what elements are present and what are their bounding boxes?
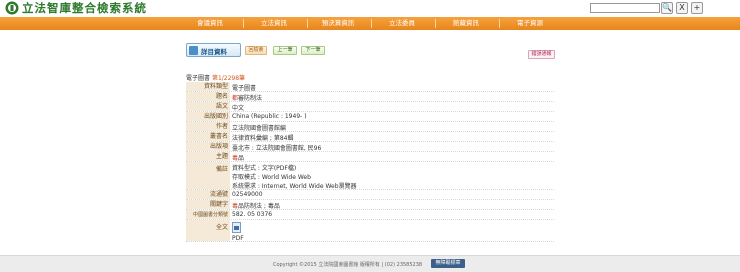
field-value: 02549000: [232, 191, 263, 198]
field-label: 主題: [186, 152, 230, 161]
field-row: 出版國別 China (Republic : 1949- ): [186, 112, 554, 122]
field-value: 法律資料彙編 ; 第84輯: [232, 135, 294, 142]
top-bar: 立法智庫整合檢索系統 🔍 X +: [0, 0, 740, 17]
field-row: 語文 中文: [186, 102, 554, 112]
field-value: 都審防制法: [232, 95, 263, 102]
record-table: 資料類型 電子圖書 題名 都審防制法 語文 中文 出版國別 China (Rep…: [186, 82, 554, 242]
record-type: 電子圖書: [186, 75, 211, 82]
field-value: 臺北市 : 立法院國會圖書館, 民96: [232, 145, 322, 152]
search-input[interactable]: [590, 3, 660, 13]
field-row: 作者 立法院國會圖書館編: [186, 122, 554, 132]
field-label: 題名: [186, 92, 230, 101]
field-value: 中文: [232, 105, 245, 112]
field-row: 主題 毒品: [186, 152, 554, 162]
field-value: 電子圖書: [232, 85, 257, 92]
field-label: 關鍵字: [186, 200, 230, 209]
tab-detail[interactable]: 詳目資料: [186, 43, 241, 57]
field-value: 毒品防制法 ; 毒品: [232, 203, 280, 210]
pdf-label[interactable]: PDF: [232, 235, 554, 242]
fulltext-link[interactable]: PDF: [232, 220, 554, 242]
nav-item-legislation[interactable]: 立法資訊: [244, 17, 304, 30]
search-button[interactable]: 🔍: [661, 2, 673, 14]
field-label: 語文: [186, 102, 230, 111]
field-label: 作者: [186, 122, 230, 131]
report-error-button[interactable]: 錯誤通報: [528, 50, 555, 59]
field-value: 582. 05 0376: [232, 211, 273, 218]
nav-item-legislators[interactable]: 立法委員: [372, 17, 432, 30]
nav-item-meetings[interactable]: 會議資訊: [180, 17, 240, 30]
field-row: 中國圖書分類號 582. 05 0376: [186, 210, 554, 220]
footer-copyright: Copyright ©2015 立法院國會圖書館 版權所有 | (02) 235…: [273, 262, 423, 268]
field-label: 中國圖書分類號: [186, 210, 230, 219]
record-count: 第1/2298筆: [211, 75, 246, 82]
field-row: 出版項 臺北市 : 立法院國會圖書館, 民96: [186, 142, 554, 152]
field-row: 關鍵字 毒品防制法 ; 毒品: [186, 200, 554, 210]
field-row: 全文 PDF: [186, 220, 554, 242]
nav-item-budget[interactable]: 預決算資訊: [308, 17, 368, 30]
field-value: 資料型式 : 文字(PDF檔) 存取模式 : World Wide Web 系統…: [232, 165, 357, 190]
field-label: 出版項: [186, 142, 230, 151]
footer: Copyright ©2015 立法院國會圖書館 版權所有 | (02) 235…: [0, 255, 740, 272]
field-label: 流通號: [186, 190, 230, 199]
field-label: 叢書名: [186, 132, 230, 141]
field-row: 備註 資料型式 : 文字(PDF檔) 存取模式 : World Wide Web…: [186, 162, 554, 190]
field-label: 備註: [186, 162, 230, 189]
field-label: 出版國別: [186, 112, 230, 121]
add-button[interactable]: +: [691, 2, 703, 14]
next-record-button[interactable]: 下一筆: [301, 46, 325, 55]
field-row: 資料類型 電子圖書: [186, 82, 554, 92]
nav-item-e-resources[interactable]: 電子資源: [500, 17, 560, 30]
pdf-icon[interactable]: [232, 222, 241, 233]
accessibility-badge[interactable]: 無障礙標章: [431, 259, 465, 268]
logo-icon: [5, 1, 19, 15]
field-label: 資料類型: [186, 82, 230, 91]
field-row: 題名 都審防制法: [186, 92, 554, 102]
site-title[interactable]: 立法智庫整合檢索系統: [22, 1, 147, 15]
field-value: 立法院國會圖書館編: [232, 125, 287, 132]
document-icon: [189, 46, 198, 55]
main-nav: 會議資訊 立法資訊 預決算資訊 立法委員 館藏資訊 電子資源: [0, 17, 740, 30]
field-row: 叢書名 法律資料彙編 ; 第84輯: [186, 132, 554, 142]
tab-detail-label: 詳目資料: [201, 48, 227, 56]
back-to-search-button[interactable]: 回檢索: [245, 46, 267, 55]
previous-record-button[interactable]: 上一筆: [273, 46, 297, 55]
field-row: 流通號 02549000: [186, 190, 554, 200]
field-label: 全文: [186, 220, 230, 241]
close-button[interactable]: X: [676, 2, 688, 14]
nav-item-collection[interactable]: 館藏資訊: [436, 17, 496, 30]
field-value: 毒品: [232, 155, 245, 162]
field-value: China (Republic : 1949- ): [232, 113, 307, 120]
record-header: 電子圖書 第1/2298筆: [186, 73, 245, 82]
